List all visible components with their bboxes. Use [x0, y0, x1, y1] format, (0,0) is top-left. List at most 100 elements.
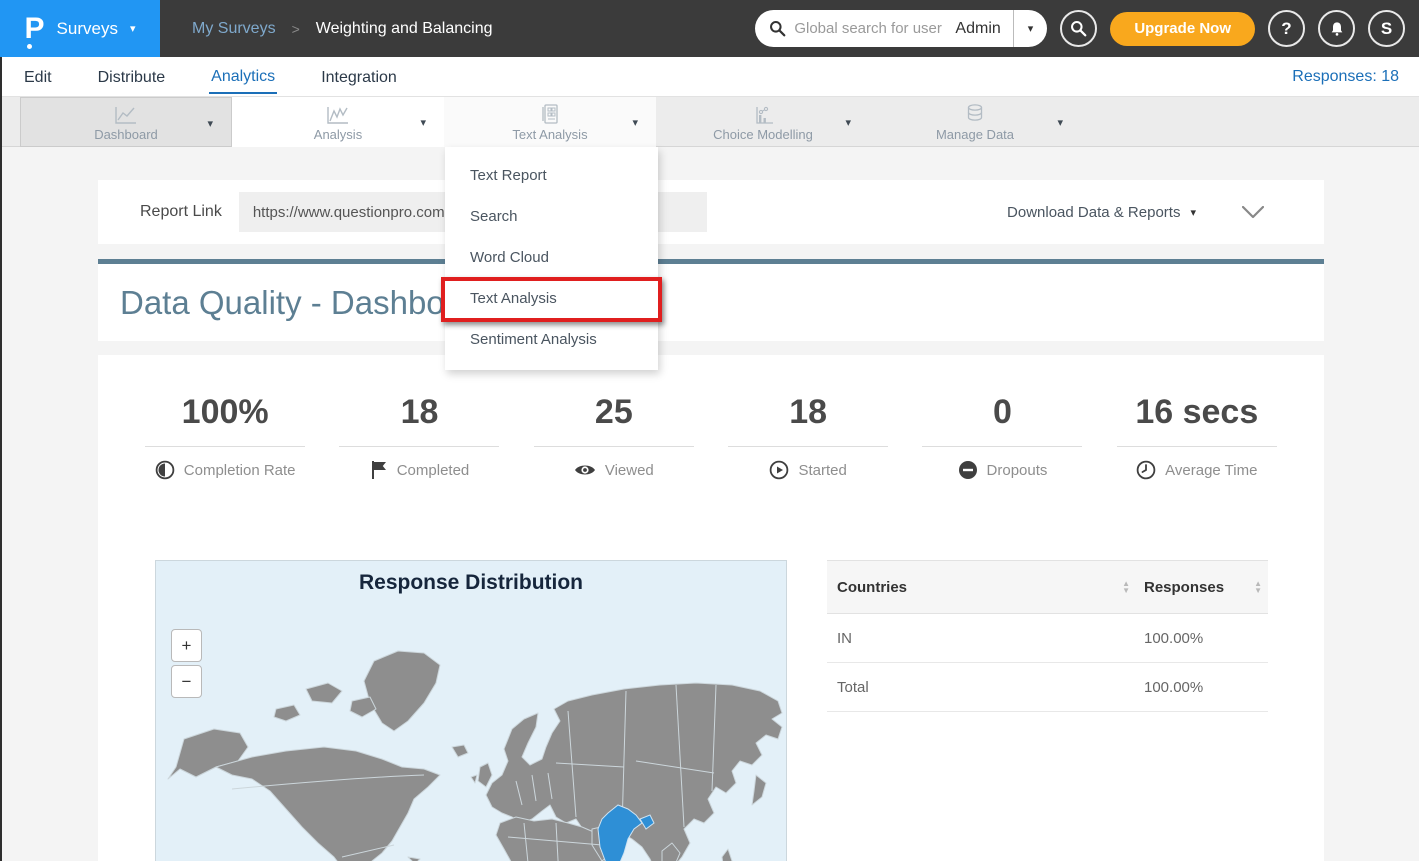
menu-item-search[interactable]: Search [445, 196, 658, 237]
tab-manage-data[interactable]: Manage Data ▾ [869, 97, 1081, 147]
chevron-down-icon[interactable]: ▾ [420, 116, 426, 129]
table-row-total: Total 100.00% [827, 663, 1268, 712]
sort-icon[interactable]: ▲▼ [1122, 580, 1130, 594]
column-header-responses[interactable]: Responses [1144, 579, 1224, 596]
responses-count: Responses: 18 [1292, 68, 1419, 86]
question-mark-icon: ? [1281, 19, 1291, 39]
text-analysis-menu: Text Report Search Word Cloud Text Analy… [445, 147, 658, 370]
help-button[interactable]: ? [1268, 10, 1305, 47]
text-document-icon [539, 103, 561, 125]
eye-icon [574, 460, 596, 480]
tab-choice-modelling[interactable]: Choice Modelling ▾ [657, 97, 869, 147]
stat-value: 18 [401, 393, 439, 432]
notifications-button[interactable] [1318, 10, 1355, 47]
global-search-input[interactable] [794, 20, 949, 37]
country-cell: IN [837, 630, 1144, 647]
map-zoom-out-button[interactable]: − [171, 665, 202, 698]
stat-label: Average Time [1165, 462, 1257, 479]
collapse-chevron-icon[interactable] [1242, 206, 1264, 219]
column-header-countries[interactable]: Countries [837, 579, 907, 596]
survey-nav: Edit Distribute Analytics Integration Re… [0, 57, 1419, 97]
questionpro-logo-icon: P [25, 14, 45, 44]
country-cell: Total [837, 679, 1144, 696]
report-link-label: Report Link [140, 203, 222, 221]
window-left-edge [0, 57, 2, 861]
stat-label: Completed [397, 462, 470, 479]
stat-viewed: 25 Viewed [517, 393, 711, 480]
stat-value: 16 secs [1135, 393, 1258, 432]
bell-icon [1329, 21, 1345, 37]
chevron-down-icon[interactable]: ▾ [632, 116, 638, 129]
app-window: P Surveys ▾ My Surveys > Weighting and B… [0, 0, 1419, 861]
tab-analysis[interactable]: Analysis ▾ [232, 97, 444, 147]
table-header: Countries ▲▼ Responses ▲▼ [827, 560, 1268, 614]
stat-label: Dropouts [987, 462, 1048, 479]
map-zoom-in-button[interactable]: + [171, 629, 202, 662]
stat-label: Viewed [605, 462, 654, 479]
chevron-down-icon[interactable]: ▾ [1190, 206, 1196, 219]
menu-item-sentiment-analysis[interactable]: Sentiment Analysis [445, 319, 658, 360]
nav-item-edit[interactable]: Edit [22, 61, 54, 93]
breadcrumb-survey-name: Weighting and Balancing [316, 20, 493, 38]
stat-value: 0 [993, 393, 1012, 432]
menu-item-text-report[interactable]: Text Report [445, 155, 658, 196]
stats-row: 100% Completion Rate 18 Completed 25 [98, 355, 1324, 480]
menu-item-word-cloud[interactable]: Word Cloud [445, 237, 658, 278]
chevron-down-icon[interactable]: ▾ [1057, 116, 1063, 129]
stat-value: 18 [789, 393, 827, 432]
tab-text-analysis[interactable]: Text Analysis ▾ [444, 97, 656, 147]
stat-dropouts: 0 Dropouts [905, 393, 1099, 480]
search-icon [1070, 20, 1087, 37]
stat-started: 18 Started [711, 393, 905, 480]
responses-cell: 100.00% [1144, 679, 1262, 696]
table-row: IN 100.00% [827, 614, 1268, 663]
nav-item-analytics[interactable]: Analytics [209, 60, 277, 94]
breadcrumb: My Surveys > Weighting and Balancing [192, 20, 492, 38]
avatar[interactable]: S [1368, 10, 1405, 47]
search-button[interactable] [1060, 10, 1097, 47]
analytics-toolbar: Dashboard ▾ Analysis ▾ Text Analysis ▾ C… [0, 97, 1419, 147]
tab-label: Text Analysis [512, 127, 587, 142]
stat-label: Started [798, 462, 846, 479]
stat-completion-rate: 100% Completion Rate [128, 393, 322, 480]
scatter-chart-icon [751, 103, 775, 125]
nav-item-distribute[interactable]: Distribute [96, 61, 168, 93]
download-data-reports-button[interactable]: Download Data & Reports [1007, 204, 1180, 221]
chevron-down-icon: ▾ [130, 22, 136, 35]
tab-dashboard[interactable]: Dashboard ▾ [20, 97, 232, 147]
upgrade-now-button[interactable]: Upgrade Now [1110, 12, 1255, 46]
search-scope-dropdown-icon[interactable]: ▾ [1014, 22, 1048, 35]
breadcrumb-separator-icon: > [292, 21, 300, 37]
global-search: Admin ▾ [755, 10, 1047, 47]
search-icon [769, 20, 786, 37]
stat-value: 25 [595, 393, 633, 432]
countries-table: Countries ▲▼ Responses ▲▼ IN 100.00% Tot… [827, 560, 1268, 712]
half-circle-icon [155, 460, 175, 480]
tab-label: Analysis [314, 127, 362, 142]
product-label: Surveys [57, 19, 118, 39]
response-distribution-map[interactable]: Response Distribution + − [155, 560, 787, 861]
stat-average-time: 16 secs Average Time [1100, 393, 1294, 480]
avatar-initial: S [1381, 19, 1392, 39]
tab-label: Choice Modelling [713, 127, 813, 142]
tab-label: Dashboard [94, 127, 158, 142]
chevron-down-icon[interactable]: ▾ [207, 117, 213, 130]
stat-label: Completion Rate [184, 462, 296, 479]
line-chart-icon [114, 103, 138, 125]
flag-icon [370, 460, 388, 480]
search-scope-label: Admin [949, 20, 1012, 38]
menu-item-text-analysis[interactable]: Text Analysis [445, 278, 658, 319]
surveys-menu-button[interactable]: P Surveys ▾ [0, 0, 160, 57]
page-title-card: Data Quality - Dashboard [98, 259, 1324, 341]
line-chart-icon [326, 103, 350, 125]
database-icon [964, 103, 986, 125]
clock-icon [1136, 460, 1156, 480]
sort-icon[interactable]: ▲▼ [1254, 580, 1262, 594]
world-map [156, 561, 787, 861]
play-circle-icon [769, 460, 789, 480]
breadcrumb-my-surveys[interactable]: My Surveys [192, 20, 276, 38]
report-link-card: Report Link Download Data & Reports ▾ [98, 180, 1324, 244]
nav-item-integration[interactable]: Integration [319, 61, 399, 93]
chevron-down-icon[interactable]: ▾ [845, 116, 851, 129]
tab-label: Manage Data [936, 127, 1014, 142]
